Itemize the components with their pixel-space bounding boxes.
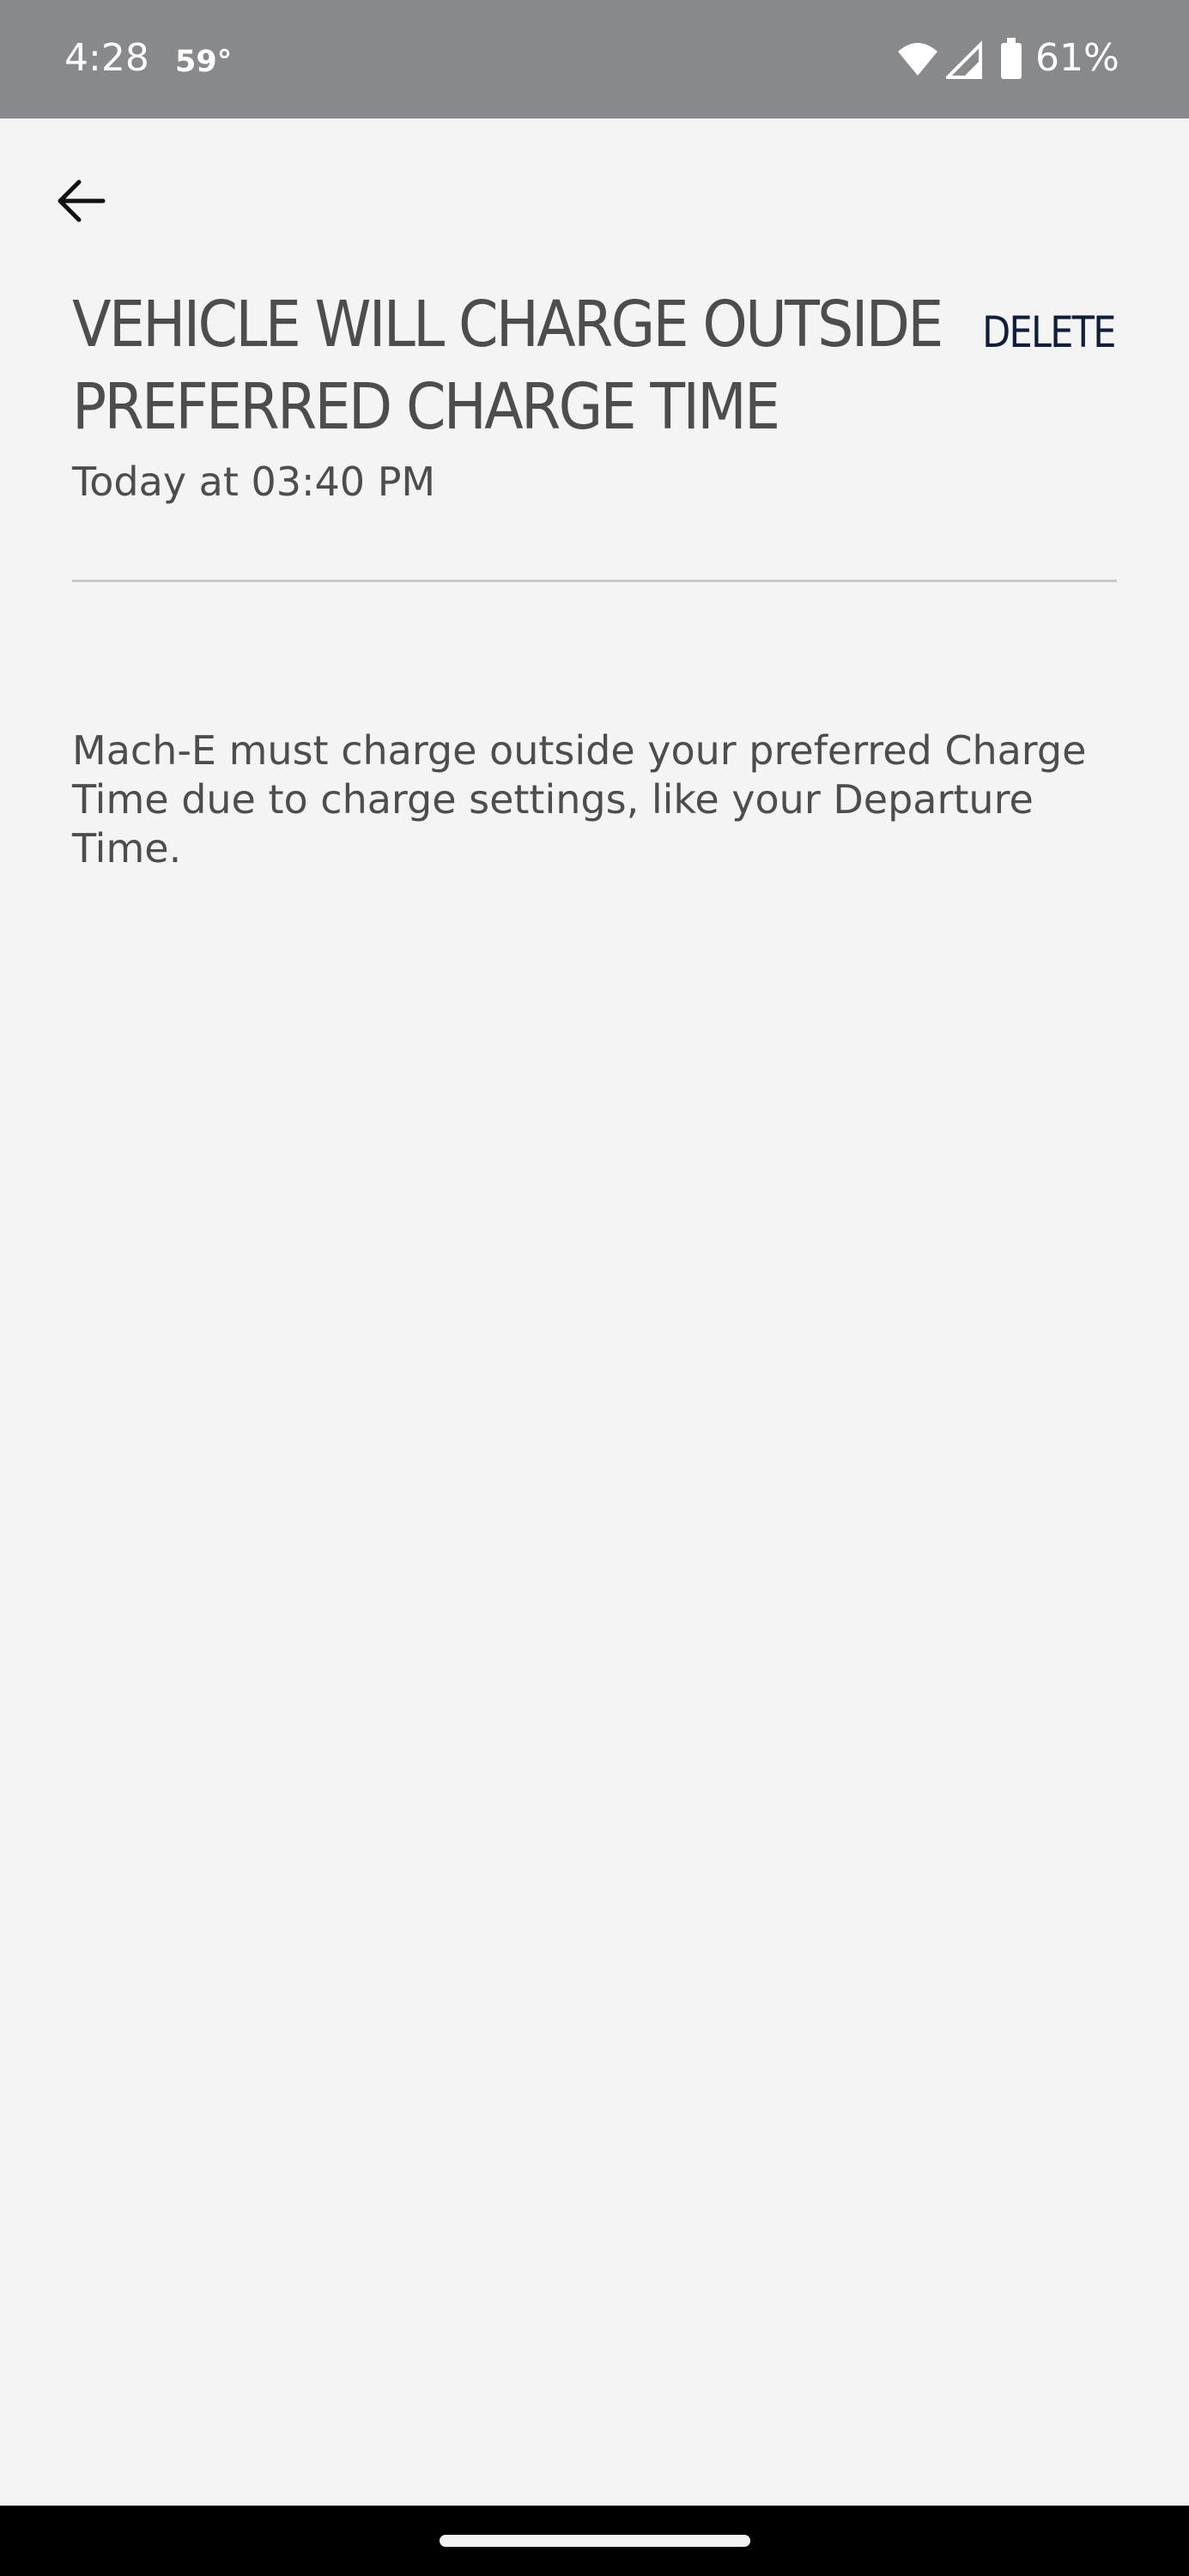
back-arrow-icon[interactable] [50,170,112,232]
status-time: 4:28 [64,36,149,80]
divider [72,580,1117,582]
notification-message: Mach-E must charge outside your preferre… [72,727,1087,872]
status-bar: 4:28 59° 61% [0,0,1189,118]
wifi-icon [898,43,937,76]
signal-icon [946,40,982,79]
notification-timestamp: Today at 03:40 PM [72,459,436,505]
home-indicator[interactable] [440,2535,750,2547]
notification-title-line-2: PREFERRED CHARGE TIME [72,370,780,444]
battery-icon [1001,38,1022,79]
notification-title-line-1: VEHICLE WILL CHARGE OUTSIDE [72,288,943,361]
delete-button[interactable]: DELETE [982,307,1116,357]
battery-percent: 61% [1035,36,1119,80]
status-temperature: 59° [175,45,233,79]
notification-title: VEHICLE WILL CHARGE OUTSIDE PREFERRED CH… [72,283,943,448]
